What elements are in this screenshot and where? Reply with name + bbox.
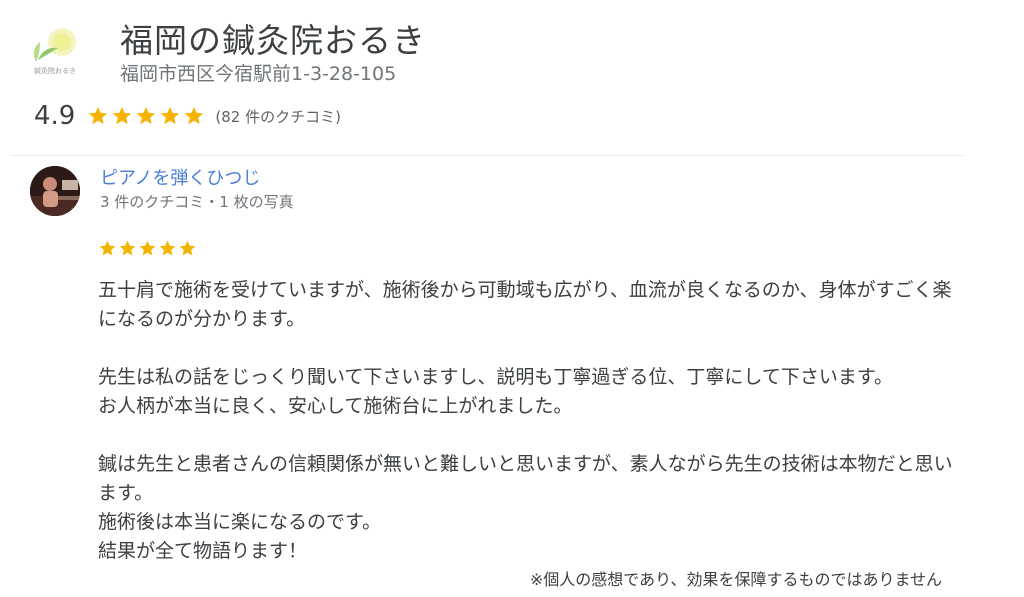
- business-logo: 鍼灸院おるき: [24, 20, 86, 82]
- star-icon: [179, 240, 196, 256]
- review-paragraph: お人柄が本当に良く、安心して施術台に上がれました。: [98, 395, 573, 417]
- reviewer-avatar[interactable]: [30, 166, 80, 216]
- review-stars: [98, 239, 197, 258]
- review-paragraph: 五十肩で施術を受けていますが、施術後から可動域も広がり、血流が良くなるのか、身体…: [98, 279, 952, 330]
- star-icon: [185, 106, 204, 125]
- star-icon: [159, 240, 176, 256]
- rating-summary: 4.9 (82 件のクチコミ): [34, 98, 341, 134]
- rating-value: 4.9: [34, 101, 76, 131]
- star-icon: [137, 106, 156, 125]
- review-count-link[interactable]: (82 件のクチコミ): [215, 106, 341, 127]
- review-paragraph: 鍼は先生と患者さんの信頼関係が無いと難しいと思いますが、素人ながら先生の技術は本…: [98, 453, 953, 504]
- business-name: 福岡の鍼灸院おるき: [120, 21, 426, 60]
- star-icon: [161, 106, 180, 125]
- star-icon: [139, 240, 156, 256]
- review-paragraph: 施術後は本当に楽になるのです。: [98, 511, 382, 533]
- logo-text: 鍼灸院おるき: [34, 66, 76, 75]
- review-paragraph: 先生は私の話をじっくり聞いて下さいますし、説明も丁寧過ぎる位、丁寧にして下さいま…: [98, 366, 893, 388]
- review-paragraph: 結果が全て物語ります！: [98, 540, 308, 562]
- business-address: 福岡市西区今宿駅前1-3-28-105: [120, 63, 397, 85]
- reviewer-meta: 3 件のクチコミ・1 枚の写真: [100, 193, 294, 211]
- star-icon: [99, 240, 116, 256]
- reviewer-name-link[interactable]: ピアノを弾くひつじ: [100, 164, 260, 190]
- star-icon: [89, 106, 108, 125]
- star-icon: [113, 106, 132, 125]
- divider: [10, 155, 964, 156]
- star-icon: [119, 240, 136, 256]
- review-text: 五十肩で施術を受けていますが、施術後から可動域も広がり、血流が良くなるのか、身体…: [98, 276, 958, 566]
- disclaimer-note: ※個人の感想であり、効果を保障するものではありません: [529, 570, 942, 589]
- rating-stars: [87, 105, 205, 127]
